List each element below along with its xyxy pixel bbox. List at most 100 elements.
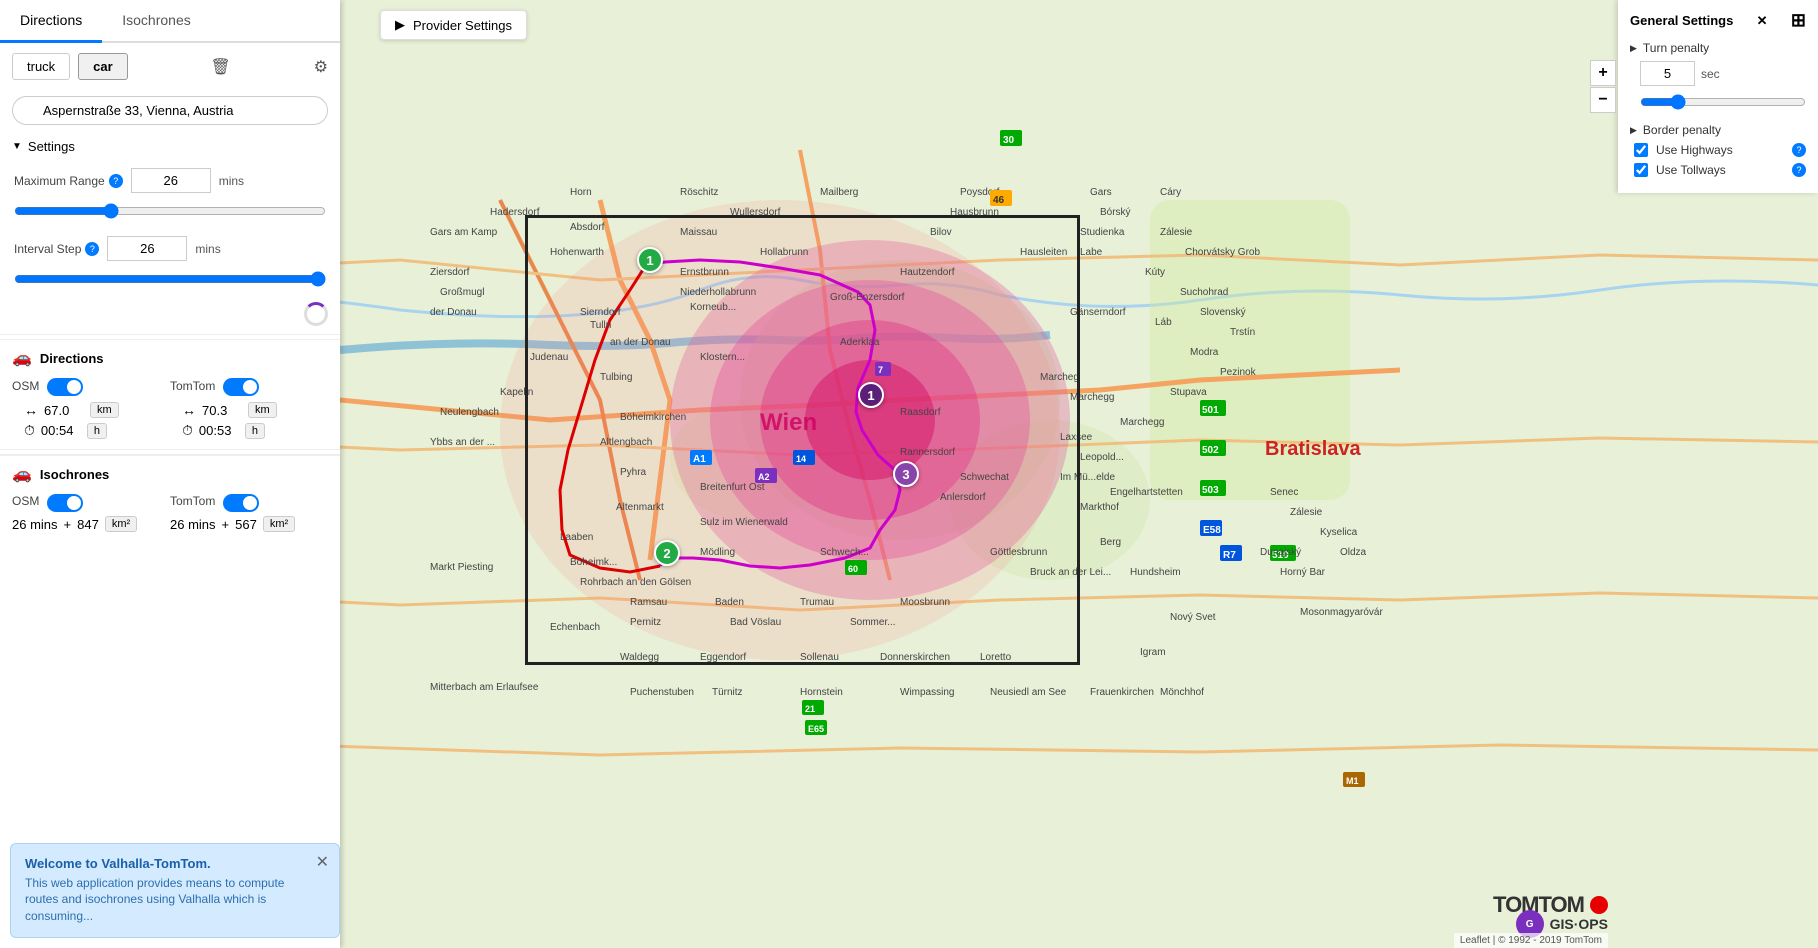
provider-settings-bar[interactable]: ▶ Provider Settings (380, 10, 527, 40)
svg-text:21: 21 (805, 704, 815, 714)
svg-text:Ernstbrunn: Ernstbrunn (680, 267, 729, 278)
tab-isochrones[interactable]: Isochrones (102, 0, 210, 43)
iso-osm-area: 847 (77, 517, 99, 532)
marker-1-tomtom[interactable]: 1 (858, 382, 884, 408)
tollways-info-icon[interactable]: ? (1792, 163, 1806, 177)
svg-text:Frauenkirchen: Frauenkirchen (1090, 687, 1154, 698)
provider-arrow-icon: ▶ (395, 17, 405, 33)
svg-text:Modra: Modra (1190, 347, 1219, 358)
svg-text:A1: A1 (693, 451, 707, 463)
svg-text:Absdorf: Absdorf (570, 222, 605, 233)
svg-text:Stupava: Stupava (1170, 387, 1207, 398)
marker-1-start[interactable]: 1 (637, 247, 663, 273)
zoom-out-btn[interactable]: − (1590, 87, 1616, 113)
leaflet-credit: Leaflet | © 1992 - 2019 TomTom (1454, 933, 1608, 948)
marker-3-tomtom[interactable]: 3 (893, 461, 919, 487)
delete-btn[interactable]: 🗑 (211, 57, 231, 77)
time-icon: ⏱ (24, 422, 35, 439)
tomtom-distance-icon: ↔ (182, 402, 196, 418)
svg-text:Schwech...: Schwech... (820, 547, 869, 558)
osm-toggle[interactable] (47, 378, 83, 396)
svg-text:Sierndorf: Sierndorf (580, 307, 621, 318)
iso-tomtom-toggle[interactable] (223, 494, 259, 512)
turn-penalty-header[interactable]: Turn penalty (1630, 41, 1806, 55)
isochrones-section: 🚗 Isochrones OSM 26 mins + 847 km² TomTo… (0, 454, 340, 536)
border-penalty-label: Border penalty (1643, 123, 1721, 137)
max-range-slider[interactable] (14, 203, 326, 219)
svg-text:502: 502 (1202, 445, 1219, 456)
osm-col: OSM ↔ 67.0 km ⏱ 00:54 h (12, 378, 170, 441)
tomtom-dir-name: TomTom (170, 379, 215, 393)
interval-input[interactable] (107, 236, 187, 261)
iso-tomtom-detail: 26 mins + 567 km² (170, 516, 328, 532)
zoom-in-btn[interactable]: + (1590, 60, 1616, 86)
svg-text:Baden: Baden (715, 597, 744, 608)
svg-text:Waldegg: Waldegg (620, 652, 659, 663)
settings-label: Settings (28, 139, 75, 154)
directions-providers: OSM ↔ 67.0 km ⏱ 00:54 h TomTom (0, 374, 340, 445)
svg-text:M1: M1 (1346, 776, 1359, 786)
svg-text:Hausleiten: Hausleiten (1020, 247, 1067, 258)
interval-info[interactable]: ? (85, 242, 99, 256)
svg-text:E65: E65 (808, 724, 824, 734)
interval-slider[interactable] (14, 271, 326, 287)
turn-penalty-input[interactable] (1640, 61, 1695, 86)
tomtom-time-unit: h (245, 423, 265, 439)
border-penalty-header[interactable]: Border penalty (1630, 123, 1806, 137)
provider-settings-label: Provider Settings (413, 18, 512, 33)
vehicle-truck-btn[interactable]: truck (12, 53, 70, 80)
turn-penalty-slider[interactable] (1640, 94, 1806, 110)
svg-text:Sollenau: Sollenau (800, 652, 839, 663)
settings-btn[interactable]: ⚙ (314, 57, 328, 77)
svg-text:Oldza: Oldza (1340, 547, 1367, 558)
svg-text:Mitterbach am Erlaufsee: Mitterbach am Erlaufsee (430, 682, 539, 693)
svg-text:Suchohrad: Suchohrad (1180, 287, 1228, 298)
iso-metrics: OSM 26 mins + 847 km² TomTom 26 mins + (0, 490, 340, 536)
search-input[interactable] (12, 96, 328, 125)
tomtom-distance: 70.3 (202, 403, 242, 418)
max-range-input[interactable] (131, 168, 211, 193)
iso-tomtom-area: 567 (235, 517, 257, 532)
welcome-close-btn[interactable]: ✕ (316, 852, 329, 872)
svg-text:Gars: Gars (1090, 187, 1112, 198)
iso-osm-name: OSM (12, 494, 39, 508)
svg-text:Trstín: Trstín (1230, 327, 1255, 338)
iso-osm-unit: km² (105, 516, 137, 532)
svg-text:Poysdorf: Poysdorf (960, 187, 1000, 198)
spinner-row (0, 298, 340, 330)
svg-text:Nový Svet: Nový Svet (1170, 612, 1216, 623)
layers-icon[interactable]: ⊞ (1791, 10, 1806, 31)
svg-text:510: 510 (1272, 550, 1289, 561)
svg-text:Mailberg: Mailberg (820, 187, 858, 198)
vehicle-car-btn[interactable]: car (78, 53, 128, 80)
turn-penalty-slider-row (1630, 94, 1806, 113)
loading-spinner (304, 302, 328, 326)
close-settings-icon[interactable]: ✕ (1757, 13, 1768, 29)
svg-text:Klostern...: Klostern... (700, 352, 745, 363)
use-tollways-checkbox[interactable] (1634, 163, 1648, 177)
highways-info-icon[interactable]: ? (1792, 143, 1806, 157)
svg-text:Hohenwarth: Hohenwarth (550, 247, 604, 258)
svg-text:Kúty: Kúty (1145, 267, 1165, 278)
isochrones-icon: 🚗 (12, 464, 32, 484)
svg-text:Hadersdorf: Hadersdorf (490, 207, 540, 218)
interval-row: Interval Step ? mins (0, 230, 340, 267)
iso-osm-toggle[interactable] (47, 494, 83, 512)
svg-text:60: 60 (848, 564, 858, 574)
marker-2-end[interactable]: 2 (654, 540, 680, 566)
gisops-text: GIS·OPS (1550, 916, 1608, 932)
max-range-info[interactable]: ? (109, 174, 123, 188)
svg-text:Korneub...: Korneub... (690, 302, 736, 313)
svg-text:Bruck an der Lei...: Bruck an der Lei... (1030, 567, 1111, 578)
max-range-label: Maximum Range ? (14, 174, 123, 188)
svg-text:Gars am Kamp: Gars am Kamp (430, 227, 498, 238)
svg-text:Neusiedl am See: Neusiedl am See (990, 687, 1067, 698)
svg-text:Breitenfurt Ost: Breitenfurt Ost (700, 482, 765, 493)
tomtom-toggle[interactable] (223, 378, 259, 396)
turn-penalty-field: sec (1630, 61, 1806, 86)
use-highways-checkbox[interactable] (1634, 143, 1648, 157)
tab-directions[interactable]: Directions (0, 0, 102, 43)
tomtom-time-row: ⏱ 00:53 h (170, 420, 328, 441)
svg-text:Gänserndorf: Gänserndorf (1070, 307, 1126, 318)
settings-header[interactable]: Settings (0, 131, 340, 162)
